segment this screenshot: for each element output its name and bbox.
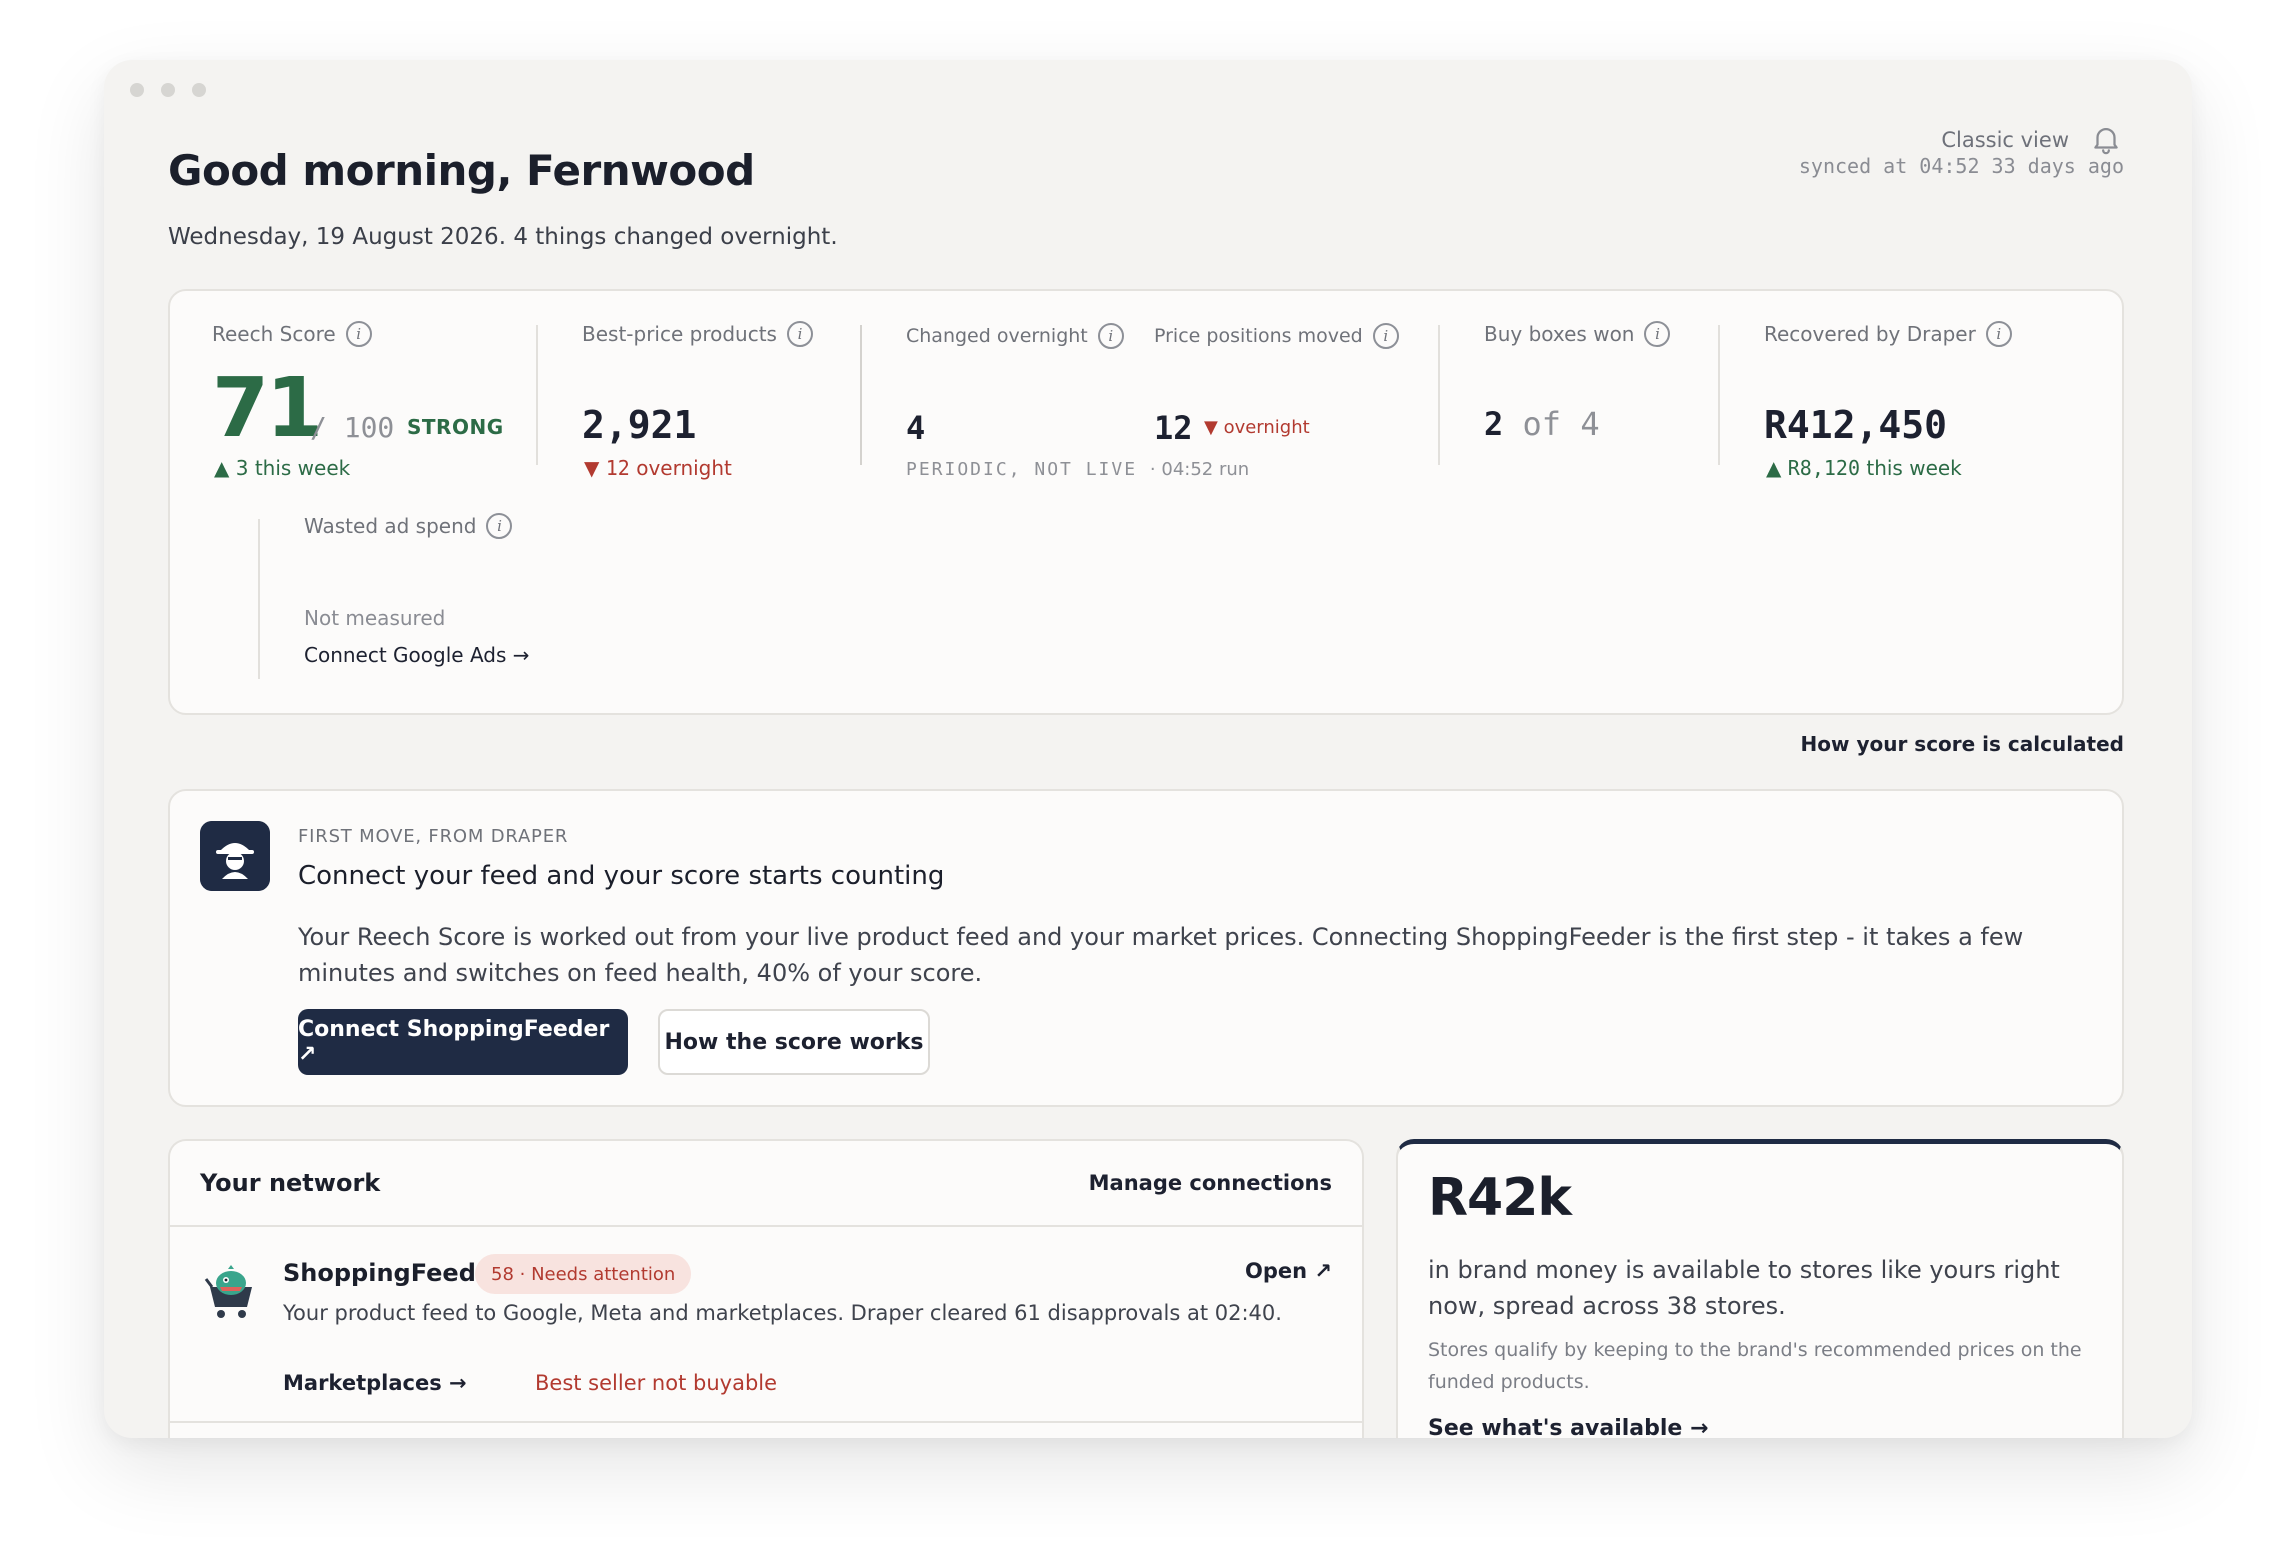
divider: [170, 1421, 1362, 1423]
changed-overnight-note: PERIODIC, NOT LIVE · 04:52 run: [906, 459, 1250, 480]
shoppingfeeder-name: ShoppingFeeder: [283, 1259, 504, 1287]
brand-money-card: R42k in brand money is available to stor…: [1396, 1139, 2124, 1438]
info-icon[interactable]: i: [1985, 321, 2012, 347]
info-icon[interactable]: i: [786, 321, 813, 347]
bell-icon[interactable]: [2089, 122, 2123, 156]
how-score-works-button[interactable]: How the score works: [658, 1009, 930, 1075]
price-positions-delta: ▼ overnight: [1204, 417, 1310, 438]
reech-score-value: 71: [212, 361, 323, 456]
price-positions-label: Price positions moved i: [1154, 323, 1399, 349]
brand-money-note: Stores qualify by keeping to the brand's…: [1428, 1339, 2082, 1393]
best-price-value: 2,921: [582, 403, 697, 447]
network-card: Your network Manage connections Shopping…: [168, 1139, 1364, 1438]
info-icon[interactable]: i: [486, 513, 513, 539]
brand-money-amount: R42k: [1428, 1168, 1572, 1228]
connect-shoppingfeeder-button[interactable]: Connect ShoppingFeeder ↗: [298, 1009, 628, 1075]
brand-money-text: in brand money is available to stores li…: [1428, 1256, 2060, 1320]
draper-avatar-icon: [200, 821, 270, 891]
recovered-value: R412,450: [1764, 403, 1948, 447]
manage-connections-link[interactable]: Manage connections: [1089, 1171, 1332, 1195]
changed-overnight-label: Changed overnight i: [906, 323, 1124, 349]
info-icon[interactable]: i: [1372, 323, 1399, 349]
buy-boxes-label: Buy boxes won i: [1484, 321, 1671, 347]
reech-score-denominator: / 100: [310, 411, 395, 444]
info-icon[interactable]: i: [1644, 321, 1671, 347]
info-icon[interactable]: i: [345, 321, 372, 347]
best-price-delta: ▼ 12 overnight: [584, 456, 732, 480]
metric-divider: [258, 519, 260, 679]
best-seller-issue-link[interactable]: Best seller not buyable: [535, 1371, 777, 1395]
window-dot-close[interactable]: [130, 83, 144, 97]
window-controls: [130, 83, 206, 97]
first-move-kicker: FIRST MOVE, FROM DRAPER: [298, 826, 569, 847]
price-positions-value: 12: [1154, 409, 1193, 447]
first-move-card: FIRST MOVE, FROM DRAPER Connect your fee…: [168, 789, 2124, 1107]
network-title: Your network: [200, 1169, 381, 1197]
reech-score-status: STRONG: [407, 415, 504, 439]
open-shoppingfeeder-link[interactable]: Open ↗: [1245, 1259, 1332, 1283]
window-dot-maximize[interactable]: [192, 83, 206, 97]
metric-divider: [536, 325, 538, 465]
first-move-title: Connect your feed and your score starts …: [298, 861, 945, 891]
status-badge: 58 · Needs attention: [475, 1254, 692, 1294]
wasted-ad-status: Not measured: [304, 606, 446, 630]
reech-score-label: Reech Score i: [212, 321, 372, 347]
see-available-link[interactable]: See what's available →: [1428, 1416, 1708, 1438]
marketplaces-link[interactable]: Marketplaces →: [283, 1371, 467, 1395]
metrics-card: Reech Score i 71 / 100 STRONG ▲ 3 this w…: [168, 289, 2124, 715]
reech-score-delta: ▲ 3 this week: [214, 456, 351, 480]
metric-divider: [860, 325, 862, 465]
shoppingfeeder-description: Your product feed to Google, Meta and ma…: [283, 1301, 1282, 1325]
best-price-label: Best-price products i: [582, 321, 813, 347]
recovered-label: Recovered by Draper i: [1764, 321, 2012, 347]
recovered-delta: ▲ R8,120 this week: [1766, 456, 1962, 480]
metric-divider: [1718, 325, 1720, 465]
connect-google-ads-link[interactable]: Connect Google Ads →: [304, 643, 530, 667]
changed-overnight-value: 4: [906, 409, 926, 447]
shoppingfeeder-logo-icon: [204, 1265, 252, 1318]
wasted-ad-label: Wasted ad spend i: [304, 513, 513, 539]
classic-view-link[interactable]: Classic view: [1941, 128, 2069, 152]
page-title: Good morning, Fernwood: [168, 146, 755, 195]
divider: [170, 1225, 1362, 1227]
how-score-calculated-link[interactable]: How your score is calculated: [1801, 732, 2124, 756]
app-window: Good morning, Fernwood Wednesday, 19 Aug…: [104, 60, 2192, 1438]
page-subtitle: Wednesday, 19 August 2026. 4 things chan…: [168, 224, 838, 250]
first-move-body: Your Reech Score is worked out from your…: [298, 923, 2024, 987]
sync-status: synced at 04:52 33 days ago: [1798, 154, 2124, 178]
info-icon[interactable]: i: [1097, 323, 1124, 349]
metric-divider: [1438, 325, 1440, 465]
window-dot-minimize[interactable]: [161, 83, 175, 97]
buy-boxes-value: 2 of 4: [1484, 405, 1600, 443]
